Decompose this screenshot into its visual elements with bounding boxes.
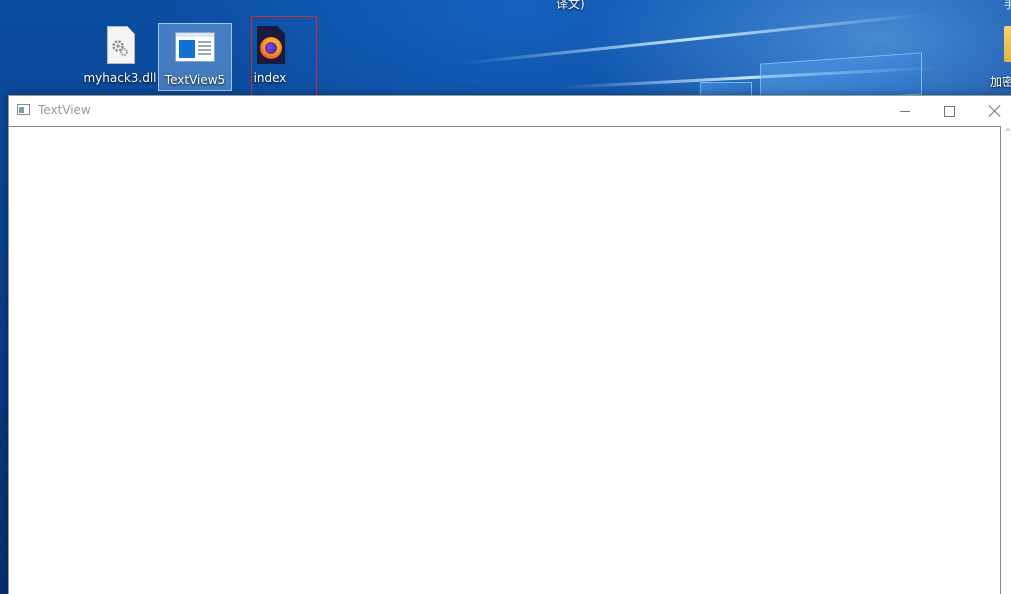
- desktop-icon-label: TextView5: [164, 73, 226, 87]
- highlight-annotation-box: [251, 16, 317, 106]
- desktop-edge-text: 手: [1004, 0, 1011, 11]
- maximize-button[interactable]: [927, 96, 972, 126]
- app-window-icon: [17, 104, 30, 115]
- desktop-icon-label-partial: 加密: [990, 75, 1011, 89]
- minimize-button[interactable]: [882, 96, 927, 126]
- desktop-icon-myhack3-dll[interactable]: myhack3.dll: [83, 26, 157, 85]
- close-button[interactable]: [972, 96, 1011, 126]
- window-title: TextView: [38, 103, 91, 117]
- textview-window: TextView ^: [8, 95, 1011, 594]
- close-icon: [989, 105, 1001, 117]
- desktop-icon-textview5[interactable]: TextView5: [158, 23, 232, 91]
- maximize-icon: [944, 105, 955, 117]
- text-content-area[interactable]: [9, 126, 1001, 594]
- dll-file-icon: [105, 26, 135, 64]
- desktop-screen: 译文) 手 myhack3.dll TextView5 index 加密 Tex…: [0, 0, 1011, 594]
- app-window-icon: [175, 28, 215, 66]
- window-titlebar[interactable]: TextView: [9, 96, 1011, 126]
- desktop-caption-text: 译文): [556, 0, 585, 11]
- scroll-up-arrow-icon[interactable]: ^: [1003, 127, 1011, 139]
- minimize-icon: [899, 110, 910, 112]
- folder-icon[interactable]: [1004, 26, 1011, 62]
- desktop-icon-label: myhack3.dll: [83, 71, 157, 85]
